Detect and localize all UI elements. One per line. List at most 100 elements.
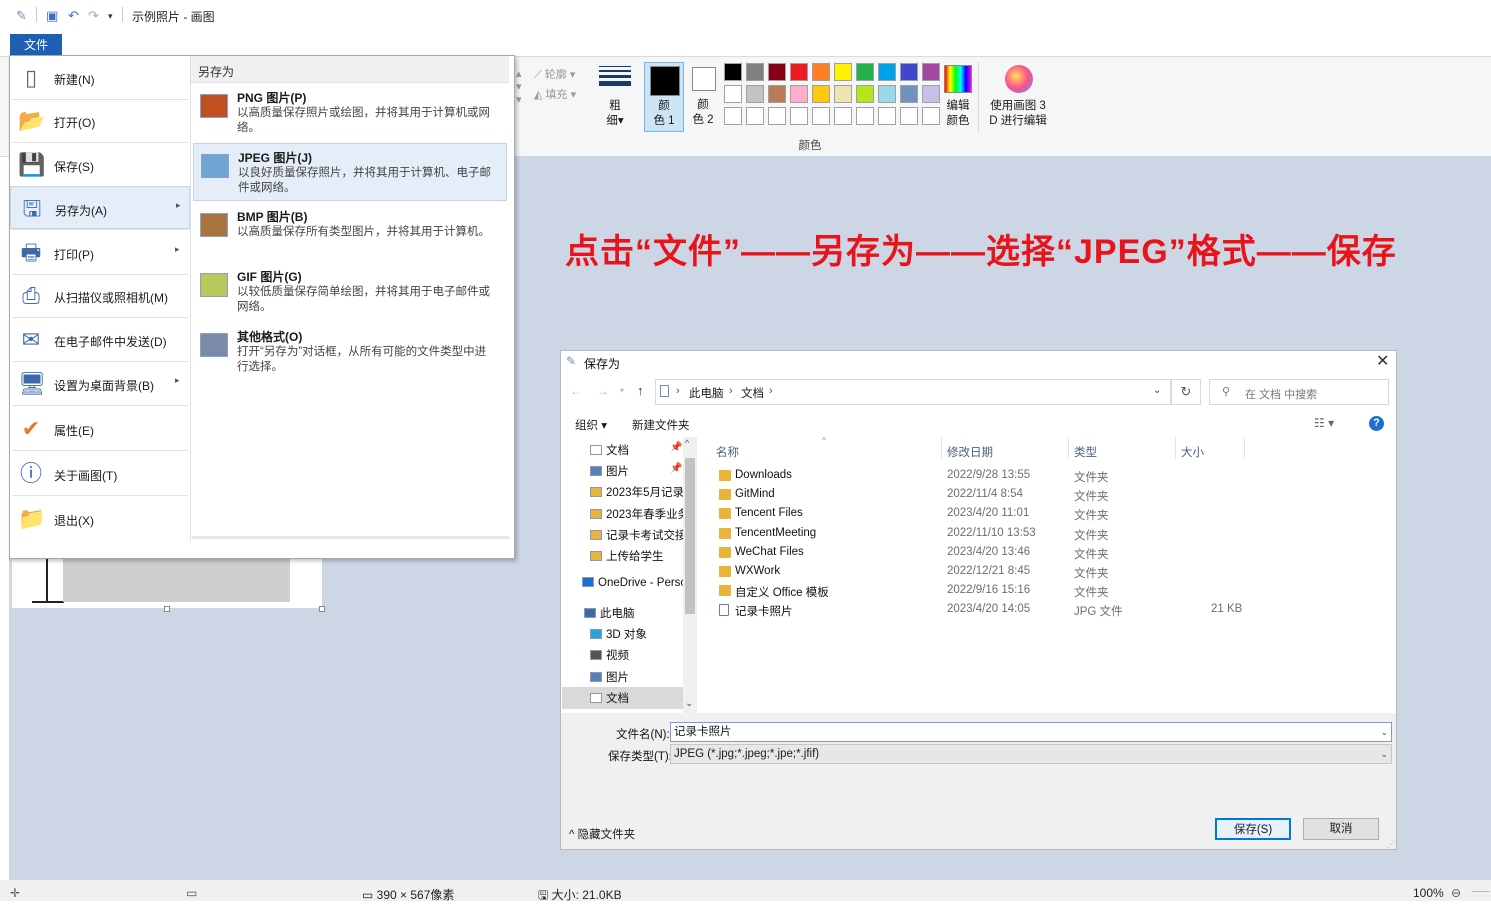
nav-item[interactable]: 2023年5月记录卡 [590,484,683,500]
hide-folders-toggle[interactable]: ^ 隐藏文件夹 [569,826,635,842]
color1-button[interactable]: 颜色 1 [644,62,684,132]
file-row[interactable]: Tencent Files 2023/4/20 11:01 文件夹 [697,505,1396,524]
color2-button[interactable]: 颜色 2 [684,62,722,132]
file-menu-item[interactable]: 🖥 设置为桌面背景(B) ▸ [10,362,190,405]
quick-save-icon[interactable]: ▣ [46,8,58,24]
color-swatch[interactable] [746,85,764,103]
color-swatch[interactable] [812,85,830,103]
zoom-slider[interactable] [1472,891,1490,892]
canvas-resize-handle[interactable] [164,606,170,612]
color-swatch[interactable] [768,63,786,81]
new-folder-button[interactable]: 新建文件夹 [632,417,690,433]
color-swatch[interactable] [834,85,852,103]
file-row[interactable]: 自定义 Office 模板 2022/9/16 15:16 文件夹 [697,582,1396,601]
size-button[interactable]: 粗细▾ [603,99,627,129]
scroll-up-icon[interactable]: ^ [685,438,689,448]
file-row[interactable]: WeChat Files 2023/4/20 13:46 文件夹 [697,544,1396,563]
chevron-down-icon[interactable]: ⌄ [1380,723,1388,741]
cancel-button[interactable]: 取消 [1303,818,1379,840]
nav-item[interactable]: 文档 [562,687,683,709]
chevron-down-icon[interactable]: ⌄ [1380,745,1388,763]
color-swatch[interactable] [878,107,896,125]
color-swatch[interactable] [900,107,918,125]
file-menu-item[interactable]: 📁 退出(X) [10,497,190,540]
file-row[interactable]: GitMind 2022/11/4 8:54 文件夹 [697,486,1396,505]
color-swatch[interactable] [856,107,874,125]
file-menu-item[interactable]: 🖫 另存为(A) ▸ [10,186,190,229]
outline-dropdown[interactable]: ⟋ 轮廓 ▾ [534,66,575,82]
refresh-icon[interactable]: ↻ [1171,379,1201,405]
paint3d-button[interactable]: 使用画图 3D 进行编辑 [985,99,1051,129]
color-swatch[interactable] [724,107,742,125]
undo-icon[interactable]: ↶ [68,8,79,24]
file-menu-item[interactable]: ✔ 属性(E) [10,407,190,450]
pin-icon[interactable]: 📌 [670,463,682,474]
color-swatch[interactable] [790,63,808,81]
color-swatch[interactable] [900,63,918,81]
color-swatch[interactable] [768,85,786,103]
column-size[interactable]: 大小 [1181,444,1204,460]
color-swatch[interactable] [878,63,896,81]
file-menu-item[interactable]: ✉ 在电子邮件中发送(D) [10,318,190,361]
file-menu-item[interactable]: ⎙ 从扫描仪或照相机(M) [10,274,190,317]
customize-toolbar-icon[interactable]: ▾ [108,11,113,22]
nav-scroll-thumb[interactable] [685,458,695,614]
color-swatch[interactable] [746,63,764,81]
up-arrow-icon[interactable]: ↑ [637,383,644,398]
nav-item[interactable]: 此电脑 [584,605,683,621]
breadcrumb-this-pc[interactable]: 此电脑 [689,385,724,401]
color-swatch[interactable] [768,107,786,125]
breadcrumb-documents[interactable]: 文档 [741,385,764,401]
forward-arrow-icon[interactable]: → [597,384,609,398]
search-input[interactable]: ⚲ 在 文档 中搜索 [1209,379,1389,405]
view-options-icon[interactable]: ☷ ▾ [1314,416,1334,430]
file-row[interactable]: WXWork 2022/12/21 8:45 文件夹 [697,563,1396,582]
zoom-out-icon[interactable]: ⊖ [1451,886,1461,900]
color-swatch[interactable] [856,63,874,81]
filetype-select[interactable]: JPEG (*.jpg;*.jpeg;*.jpe;*.jfif) ⌄ [670,744,1392,764]
column-name[interactable]: 名称 [716,444,739,460]
nav-item[interactable]: 2023年春季业务 [590,506,683,522]
address-dropdown-icon[interactable]: ⌄ [1153,385,1161,396]
redo-icon[interactable]: ↷ [88,8,99,24]
save-button[interactable]: 保存(S) [1215,818,1291,840]
color-swatch[interactable] [856,85,874,103]
color-swatch[interactable] [922,63,940,81]
scroll-down-icon[interactable]: ⌄ [685,698,693,709]
color-swatch[interactable] [724,63,742,81]
color-swatch[interactable] [834,107,852,125]
save-as-option[interactable]: BMP 图片(B) 以高质量保存所有类型图片，并将其用于计算机。 [193,203,507,261]
file-menu-item[interactable]: ▯ 新建(N) [10,56,190,99]
file-row[interactable]: Downloads 2022/9/28 13:55 文件夹 [697,467,1396,486]
file-menu-item[interactable]: ⓘ 关于画图(T) [10,452,190,495]
close-icon[interactable]: ✕ [1376,351,1389,371]
file-menu-item[interactable]: 💾 保存(S) [10,143,190,186]
color-swatch[interactable] [746,107,764,125]
color-swatch[interactable] [834,63,852,81]
address-bar[interactable]: › 此电脑 › 文档 › ⌄ [655,379,1171,405]
nav-item[interactable]: 3D 对象 [590,626,683,642]
resize-grip-icon[interactable]: ⋰ [1387,840,1395,849]
nav-item[interactable]: 视频 [590,647,683,663]
color-swatch[interactable] [790,107,808,125]
save-as-option[interactable]: JPEG 图片(J) 以良好质量保存照片，并将其用于计算机、电子邮件或网络。 [193,143,507,201]
nav-item[interactable]: OneDrive - Perso [582,577,683,589]
filename-input[interactable]: 记录卡照片 ⌄ [670,722,1392,742]
file-tab[interactable]: 文件 [10,34,62,56]
edit-colors-button[interactable]: 编辑 颜色 [938,99,978,129]
file-row[interactable]: TencentMeeting 2022/11/10 13:53 文件夹 [697,525,1396,544]
back-arrow-icon[interactable]: ← [570,384,582,398]
column-type[interactable]: 类型 [1074,444,1097,460]
fill-dropdown[interactable]: ◭ 填充 ▾ [534,86,576,102]
color-swatch[interactable] [790,85,808,103]
nav-item[interactable]: 记录卡考试交接 [590,527,683,543]
save-as-option[interactable]: 其他格式(O) 打开“另存为”对话框，从所有可能的文件类型中进行选择。 [193,323,507,381]
column-date[interactable]: 修改日期 [947,444,993,460]
save-as-option[interactable]: GIF 图片(G) 以较低质量保存简单绘图，并将其用于电子邮件或网络。 [193,263,507,321]
canvas-resize-handle[interactable] [319,606,325,612]
nav-item[interactable]: 上传给学生 [590,548,683,564]
color-swatch[interactable] [812,63,830,81]
file-row[interactable]: 记录卡照片 2023/4/20 14:05 JPG 文件 21 KB [697,601,1396,620]
save-as-option[interactable]: PNG 图片(P) 以高质量保存照片或绘图，并将其用于计算机或网络。 [193,84,507,142]
nav-item[interactable]: 图片 [590,669,683,685]
